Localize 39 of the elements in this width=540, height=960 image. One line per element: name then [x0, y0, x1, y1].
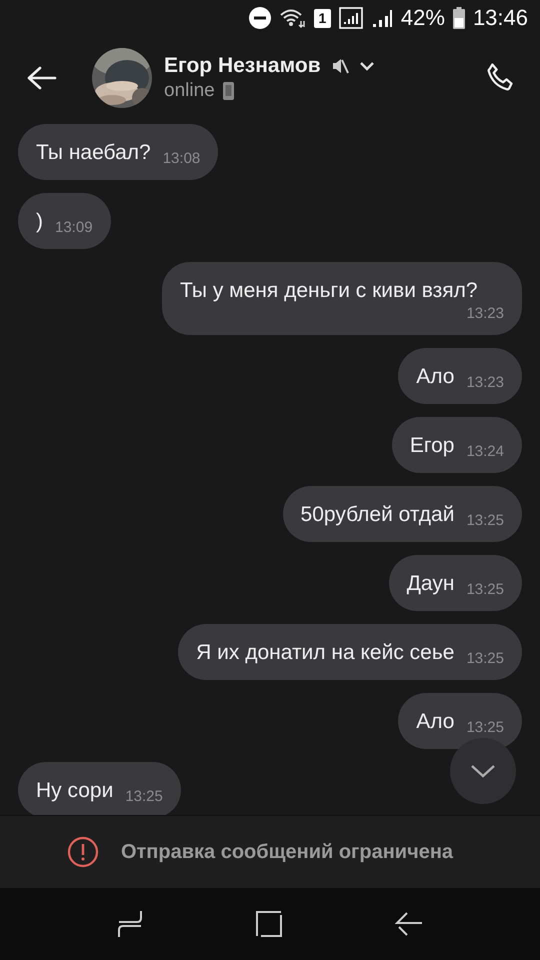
do-not-disturb-icon	[248, 6, 272, 30]
message-text: Даун	[406, 571, 454, 597]
battery-level: 42%	[400, 5, 445, 31]
signal-icon	[370, 8, 393, 28]
chevron-down-icon	[470, 764, 496, 778]
sim-card-icon: 1	[314, 8, 331, 28]
message-text: Ало	[416, 364, 454, 390]
battery-icon	[452, 7, 465, 29]
message-text: Егор	[410, 433, 454, 459]
message-text: Ты наебал?	[36, 140, 151, 166]
message-time: 13:24	[466, 443, 504, 461]
message-text: Ало	[416, 709, 454, 735]
back-arrow-icon	[395, 911, 424, 937]
message-time: 13:25	[466, 650, 504, 668]
back-arrow-icon	[27, 66, 57, 90]
signal-icon	[338, 7, 363, 29]
message-time: 13:08	[162, 150, 200, 168]
warning-icon	[66, 836, 99, 868]
clock-time: 13:46	[472, 5, 528, 31]
wifi-icon	[280, 8, 306, 28]
message-time: 13:09	[55, 219, 93, 237]
message-time: 13:25	[466, 719, 504, 737]
message-time: 13:25	[125, 788, 163, 806]
message-time: 13:25	[466, 512, 504, 530]
message-time: 13:23	[466, 374, 504, 392]
home-icon	[256, 911, 282, 937]
restriction-notice: Отправка сообщений ограничена	[120, 840, 454, 864]
contact-name: Егор Незнамов	[164, 54, 321, 78]
online-status: online	[164, 80, 215, 102]
recent-apps-icon	[116, 910, 143, 938]
message-time: 13:25	[466, 581, 504, 599]
message-text: Ну сори	[36, 778, 114, 804]
message-text: 50рублей отдай	[300, 502, 454, 528]
phone-icon	[222, 82, 234, 100]
message-time: 13:23	[466, 305, 504, 323]
message-text: Ты у меня деньги с киви взял?	[180, 278, 478, 304]
chevron-down-icon[interactable]	[358, 61, 375, 71]
message-text: )	[36, 209, 43, 235]
message-text: Я их донатил на кейс сеье	[196, 640, 454, 666]
